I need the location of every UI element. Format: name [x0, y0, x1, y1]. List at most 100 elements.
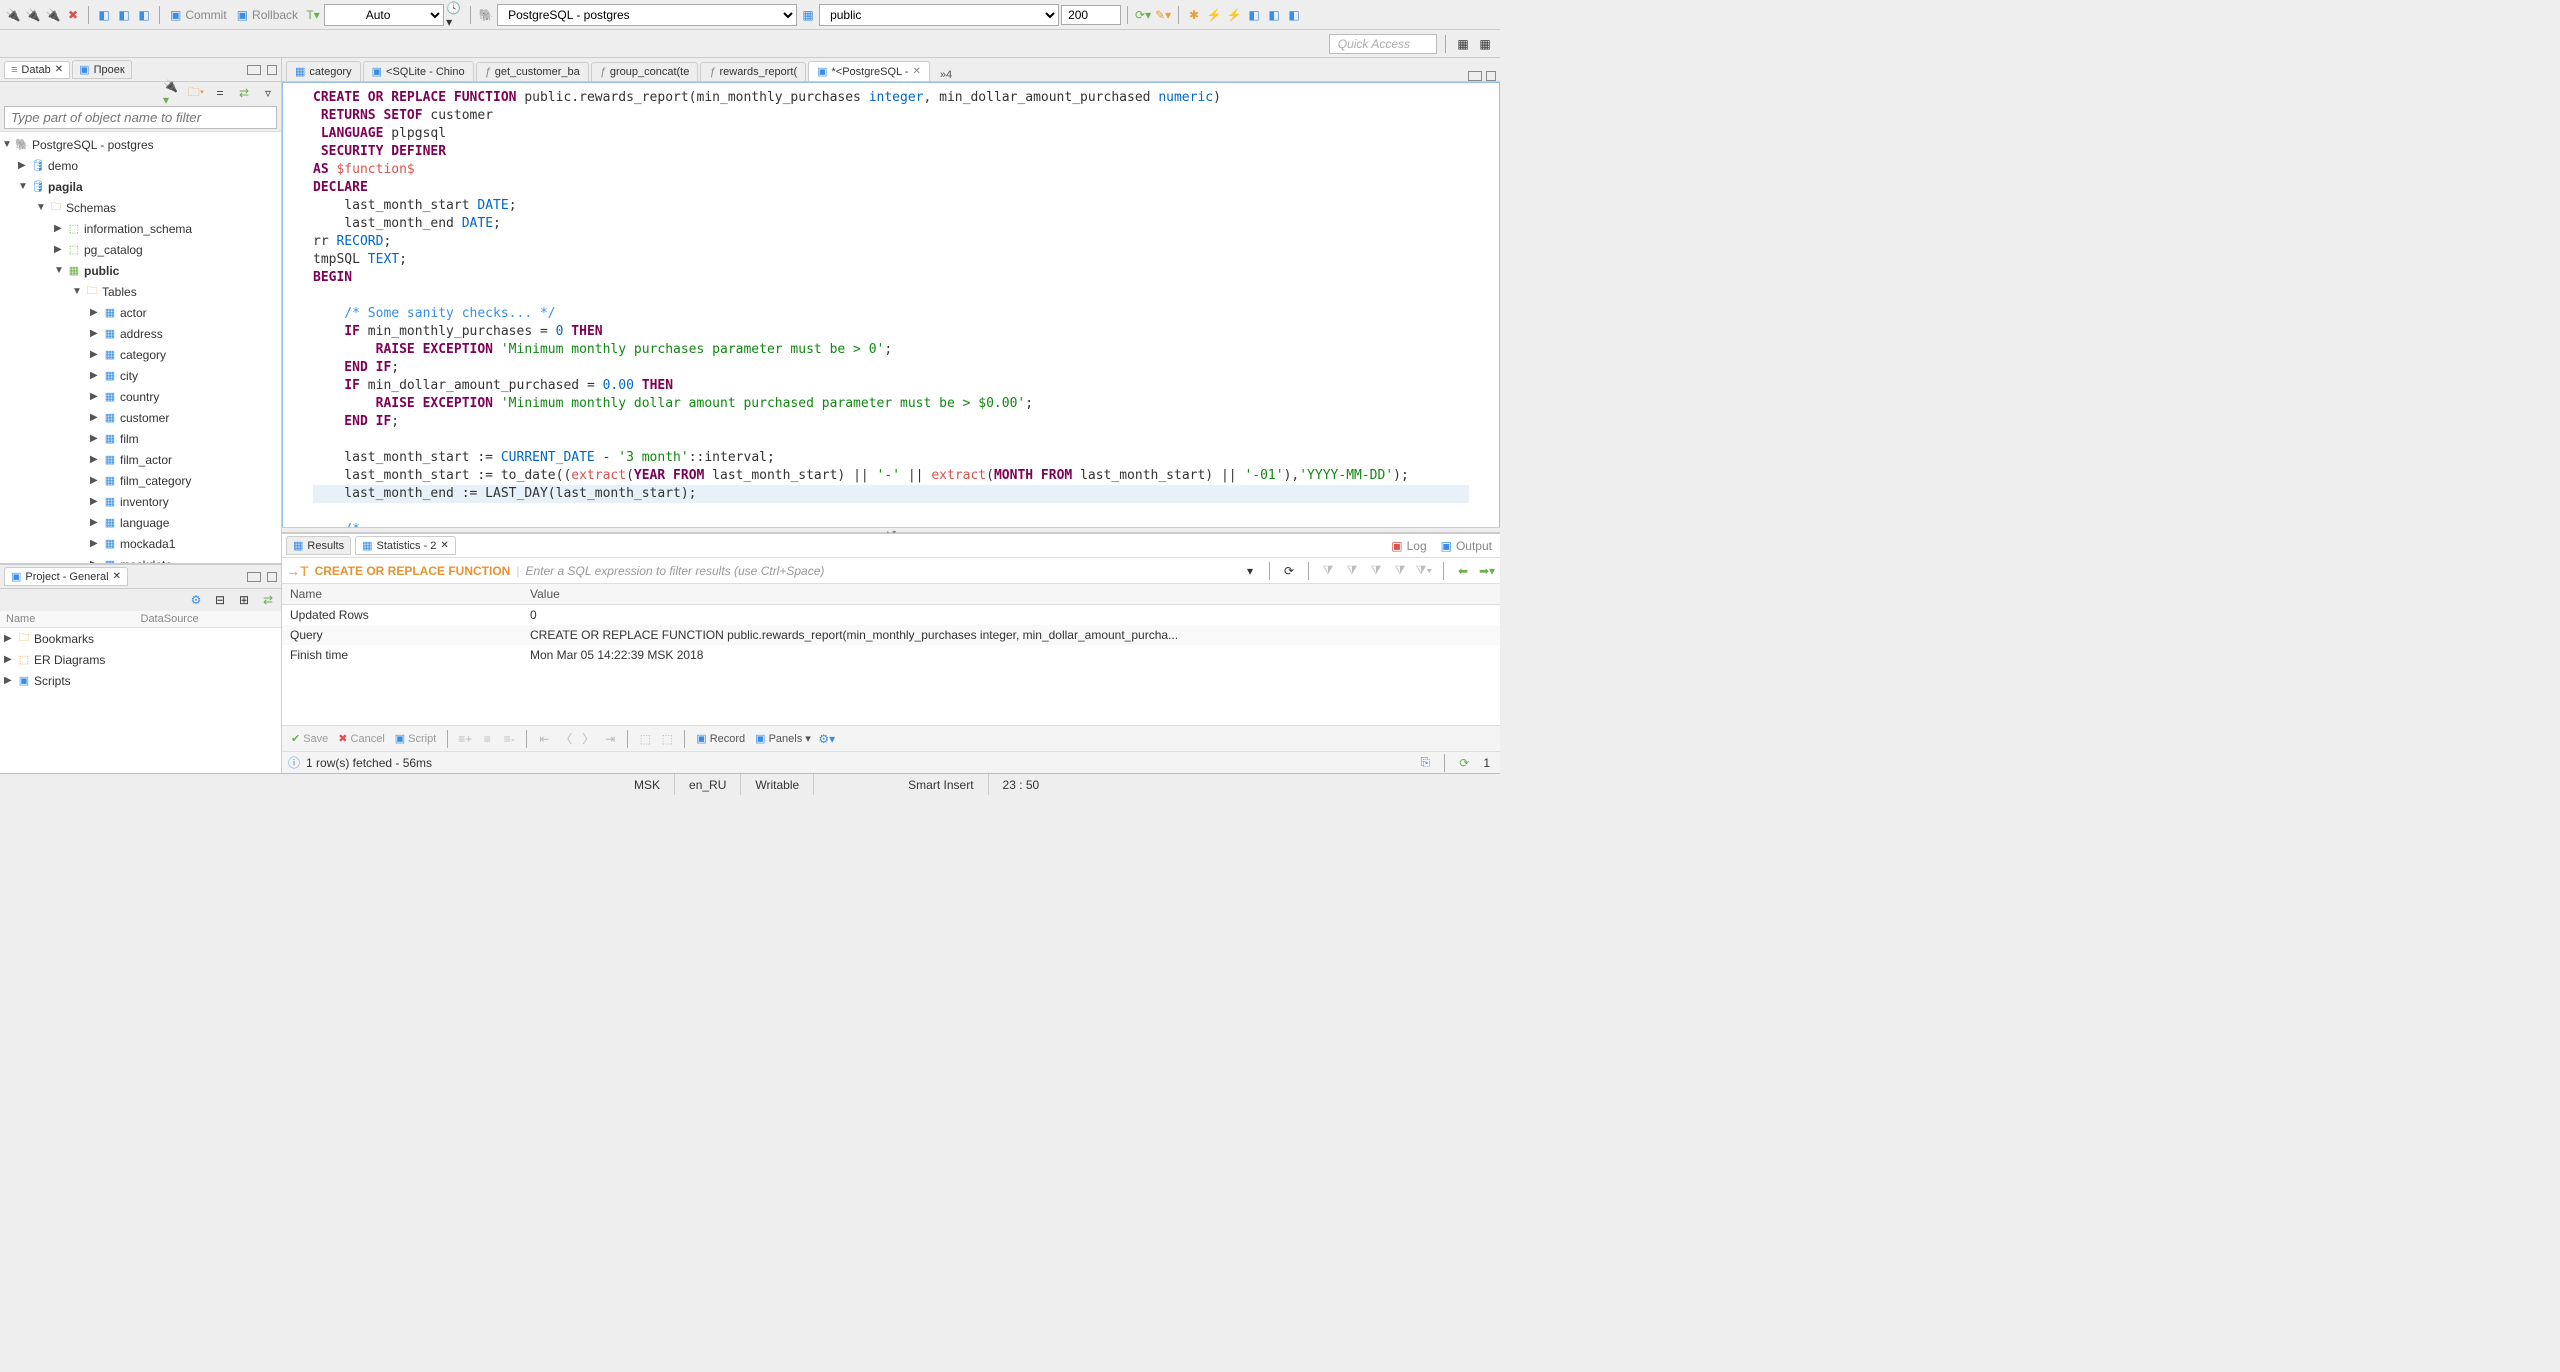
- close-icon[interactable]: ✕: [55, 64, 63, 75]
- filter-2-icon[interactable]: ⧩: [1343, 562, 1361, 580]
- quick-access-input[interactable]: Quick Access: [1329, 34, 1437, 54]
- filter-arrow-icon[interactable]: →T: [286, 563, 309, 579]
- tree-table-inventory[interactable]: ▶▦inventory: [0, 491, 281, 512]
- collapse-icon[interactable]: ⬚: [658, 730, 676, 748]
- minimize-icon[interactable]: [1468, 71, 1482, 81]
- panel-2-icon[interactable]: ◧: [1265, 6, 1283, 24]
- tree-schema-information[interactable]: ▶⬚information_schema: [0, 218, 281, 239]
- tab-results[interactable]: ▦Results: [286, 536, 351, 555]
- cancel-button[interactable]: ✖Cancel: [335, 731, 387, 746]
- script-button[interactable]: ▣Script: [392, 731, 440, 746]
- save-button[interactable]: ✔Save: [288, 731, 331, 746]
- refresh-icon[interactable]: ⟳▾: [1134, 6, 1152, 24]
- next-icon[interactable]: 〉: [579, 730, 597, 748]
- sql-open-icon[interactable]: ◧: [115, 6, 133, 24]
- rollback-button[interactable]: ▣Rollback: [233, 6, 302, 24]
- tab-category[interactable]: ▦category: [286, 61, 361, 81]
- tab-project-general[interactable]: ▣Project - General ✕: [4, 567, 128, 586]
- output-button[interactable]: ▣Output: [1437, 537, 1496, 555]
- tab-statistics[interactable]: ▦Statistics - 2 ✕: [355, 536, 456, 555]
- tree-schemas[interactable]: ▼🗀Schemas: [0, 197, 281, 218]
- tab-rewards-report[interactable]: ƒrewards_report(: [700, 62, 806, 81]
- tree-schema-public[interactable]: ▼▦public: [0, 260, 281, 281]
- first-icon[interactable]: ⇤: [535, 730, 553, 748]
- gear-icon[interactable]: ⚙: [187, 591, 205, 609]
- panels-button[interactable]: ▣Panels ▾: [752, 731, 814, 746]
- tab-get-customer[interactable]: ƒget_customer_ba: [476, 62, 589, 81]
- menu-icon[interactable]: ▿: [259, 84, 277, 102]
- sql-editor[interactable]: CREATE OR REPLACE FUNCTION public.reward…: [282, 82, 1500, 527]
- connect-icon[interactable]: 🔌▾: [163, 84, 181, 102]
- project-tree[interactable]: ▶🗀Bookmarks ▶⬚ER Diagrams ▶▣Scripts: [0, 628, 281, 773]
- tree-table-actor[interactable]: ▶▦actor: [0, 302, 281, 323]
- filter-5-icon[interactable]: ⧩▾: [1415, 562, 1433, 580]
- tree-table-customer[interactable]: ▶▦customer: [0, 407, 281, 428]
- filter-3-icon[interactable]: ⧩: [1367, 562, 1385, 580]
- tree-table-language[interactable]: ▶▦language: [0, 512, 281, 533]
- connection-select[interactable]: PostgreSQL - postgres: [497, 4, 797, 26]
- record-button[interactable]: ▣Record: [693, 731, 748, 746]
- refresh-page-icon[interactable]: ⟳: [1455, 754, 1473, 772]
- project-bookmarks[interactable]: ▶🗀Bookmarks: [0, 628, 281, 649]
- close-icon[interactable]: ✕: [440, 540, 448, 551]
- tree-tables-folder[interactable]: ▼🗀Tables: [0, 281, 281, 302]
- tree-table-film-actor[interactable]: ▶▦film_actor: [0, 449, 281, 470]
- filter-4-icon[interactable]: ⧩: [1391, 562, 1409, 580]
- tab-group-concat[interactable]: ƒgroup_concat(te: [591, 62, 699, 81]
- history-icon[interactable]: 🕓▾: [446, 6, 464, 24]
- link-icon[interactable]: ⇄: [235, 84, 253, 102]
- export-icon[interactable]: ⎘: [1416, 754, 1434, 772]
- filter-1-icon[interactable]: ⧩: [1319, 562, 1337, 580]
- tab-projects[interactable]: ▣Проек: [72, 60, 131, 79]
- stats-row[interactable]: QueryCREATE OR REPLACE FUNCTION public.r…: [282, 625, 1500, 645]
- filter-off-icon[interactable]: =: [211, 84, 229, 102]
- exec-icon[interactable]: ⚡: [1205, 6, 1223, 24]
- maximize-icon[interactable]: [267, 65, 277, 75]
- schema-select[interactable]: public: [819, 4, 1059, 26]
- row-copy-icon[interactable]: ≡: [478, 730, 496, 748]
- stop-icon[interactable]: ✱: [1185, 6, 1203, 24]
- project-er-diagrams[interactable]: ▶⬚ER Diagrams: [0, 649, 281, 670]
- tree-table-film[interactable]: ▶▦film: [0, 428, 281, 449]
- commit-button[interactable]: ▣Commit: [166, 6, 231, 24]
- tab-database[interactable]: ≡Datab ✕: [4, 61, 70, 79]
- prev-icon[interactable]: 〈: [557, 730, 575, 748]
- database-tree[interactable]: ▼🐘PostgreSQL - postgres ▶🛢demo ▼🛢pagila …: [0, 131, 281, 563]
- perspective-1-icon[interactable]: ▦: [1454, 35, 1472, 53]
- row-add-icon[interactable]: ≡+: [456, 730, 474, 748]
- tree-table-category[interactable]: ▶▦category: [0, 344, 281, 365]
- maximize-icon[interactable]: [1486, 71, 1496, 81]
- stats-row[interactable]: Finish timeMon Mar 05 14:22:39 MSK 2018: [282, 645, 1500, 665]
- tree-filter-input[interactable]: [4, 106, 277, 129]
- perspective-2-icon[interactable]: ▦: [1476, 35, 1494, 53]
- tab-postgresql-active[interactable]: ▣*<PostgreSQL - ✕: [808, 61, 930, 81]
- close-icon[interactable]: ✕: [912, 66, 920, 77]
- expand-icon[interactable]: ⬚: [636, 730, 654, 748]
- log-button[interactable]: ▣Log: [1387, 537, 1430, 555]
- tree-table-country[interactable]: ▶▦country: [0, 386, 281, 407]
- plug-disconnect-icon[interactable]: ✖: [64, 6, 82, 24]
- auto-commit-select[interactable]: Auto: [324, 4, 444, 26]
- folder-icon[interactable]: 🗀▾: [187, 84, 205, 102]
- filter-hint[interactable]: Enter a SQL expression to filter results…: [525, 564, 1235, 578]
- overflow-tabs-button[interactable]: »4: [940, 69, 952, 81]
- plug-add-icon[interactable]: 🔌: [4, 6, 22, 24]
- plug-icon[interactable]: 🔌: [24, 6, 42, 24]
- tree-db-demo[interactable]: ▶🛢demo: [0, 155, 281, 176]
- tree-table-city[interactable]: ▶▦city: [0, 365, 281, 386]
- panel-3-icon[interactable]: ◧: [1285, 6, 1303, 24]
- tree-table-address[interactable]: ▶▦address: [0, 323, 281, 344]
- gear-icon[interactable]: ⚙▾: [818, 730, 836, 748]
- plug-connect-icon[interactable]: 🔌: [44, 6, 62, 24]
- sql-new-icon[interactable]: ◧: [95, 6, 113, 24]
- tree-schema-pgcatalog[interactable]: ▶⬚pg_catalog: [0, 239, 281, 260]
- last-icon[interactable]: ⇥: [601, 730, 619, 748]
- stats-row[interactable]: Updated Rows0: [282, 605, 1500, 626]
- project-scripts[interactable]: ▶▣Scripts: [0, 670, 281, 691]
- collapse-icon[interactable]: ⊟: [211, 591, 229, 609]
- nav-right-icon[interactable]: ➡▾: [1478, 562, 1496, 580]
- tree-connection[interactable]: ▼🐘PostgreSQL - postgres: [0, 134, 281, 155]
- exec-alt-icon[interactable]: ⚡: [1225, 6, 1243, 24]
- tree-db-pagila[interactable]: ▼🛢pagila: [0, 176, 281, 197]
- link-icon[interactable]: ⇄: [259, 591, 277, 609]
